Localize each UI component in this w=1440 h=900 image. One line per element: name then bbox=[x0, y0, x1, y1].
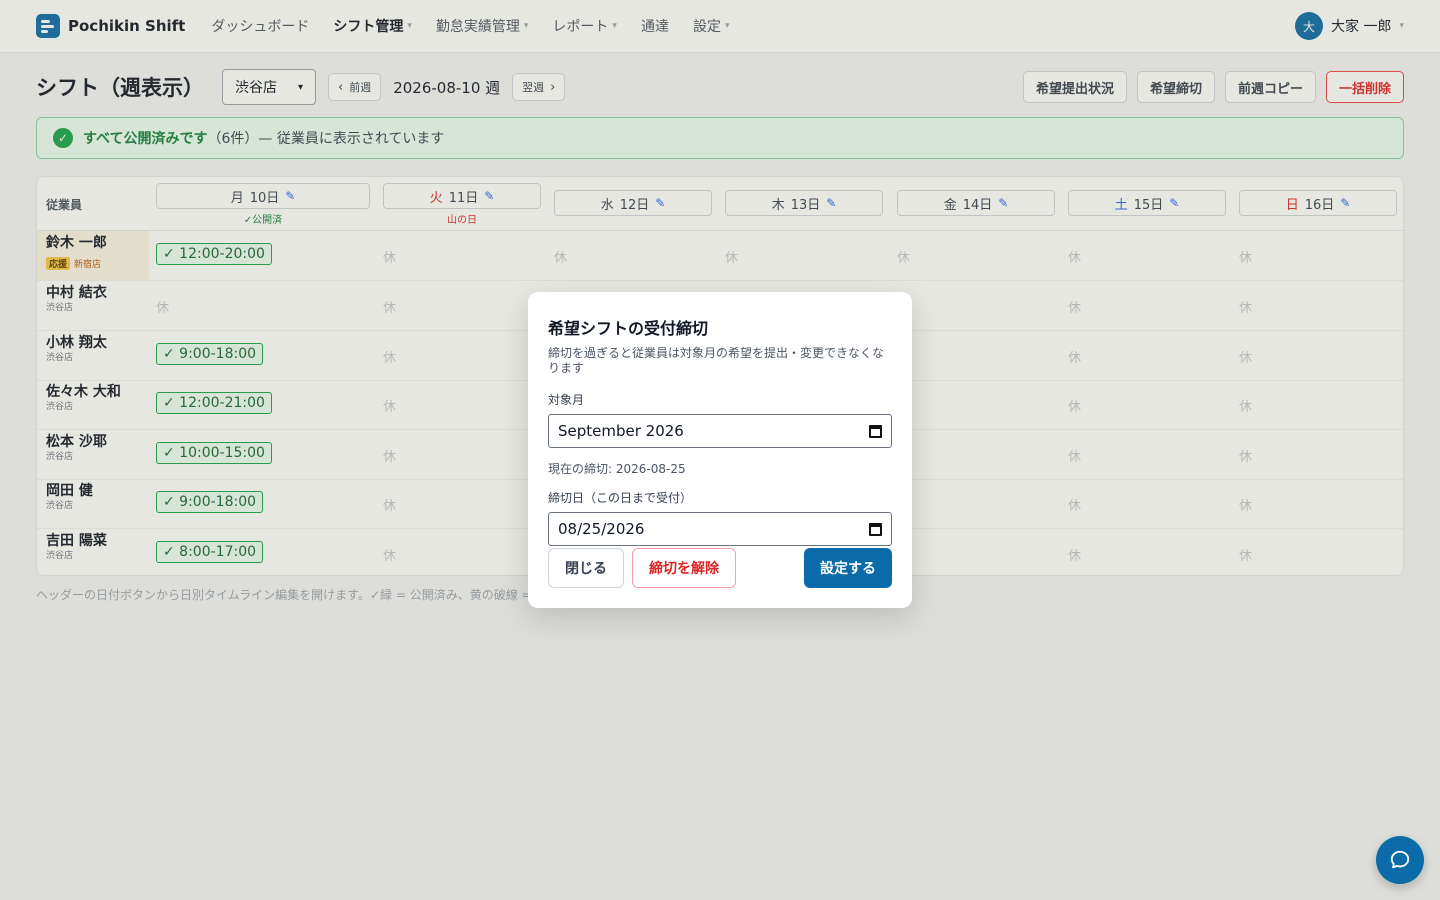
chat-button[interactable] bbox=[1376, 836, 1424, 884]
modal-title: 希望シフトの受付締切 bbox=[548, 319, 709, 338]
release-deadline-button[interactable]: 締切を解除 bbox=[632, 548, 736, 588]
chat-bubble-icon bbox=[1390, 850, 1410, 869]
target-month-value: September 2026 bbox=[558, 422, 684, 440]
month-field-label: 対象月 bbox=[548, 393, 585, 407]
calendar-icon[interactable] bbox=[869, 424, 882, 438]
deadline-date-input[interactable]: 08/25/2026 bbox=[548, 512, 892, 546]
modal-description: 締切を過ぎると従業員は対象月の希望を提出・変更できなくなります bbox=[548, 346, 885, 375]
close-button[interactable]: 閉じる bbox=[548, 548, 624, 588]
deadline-field-label: 締切日（この日まで受付） bbox=[548, 491, 693, 505]
deadline-date-value: 08/25/2026 bbox=[558, 520, 645, 538]
deadline-modal: 希望シフトの受付締切 締切を過ぎると従業員は対象月の希望を提出・変更できなくなり… bbox=[528, 292, 912, 608]
set-deadline-button[interactable]: 設定する bbox=[804, 548, 892, 588]
modal-buttons: 閉じる 締切を解除 設定する bbox=[548, 548, 892, 588]
calendar-icon[interactable] bbox=[869, 522, 882, 536]
target-month-input[interactable]: September 2026 bbox=[548, 414, 892, 448]
current-deadline-text: 現在の締切: 2026-08-25 bbox=[548, 462, 686, 476]
